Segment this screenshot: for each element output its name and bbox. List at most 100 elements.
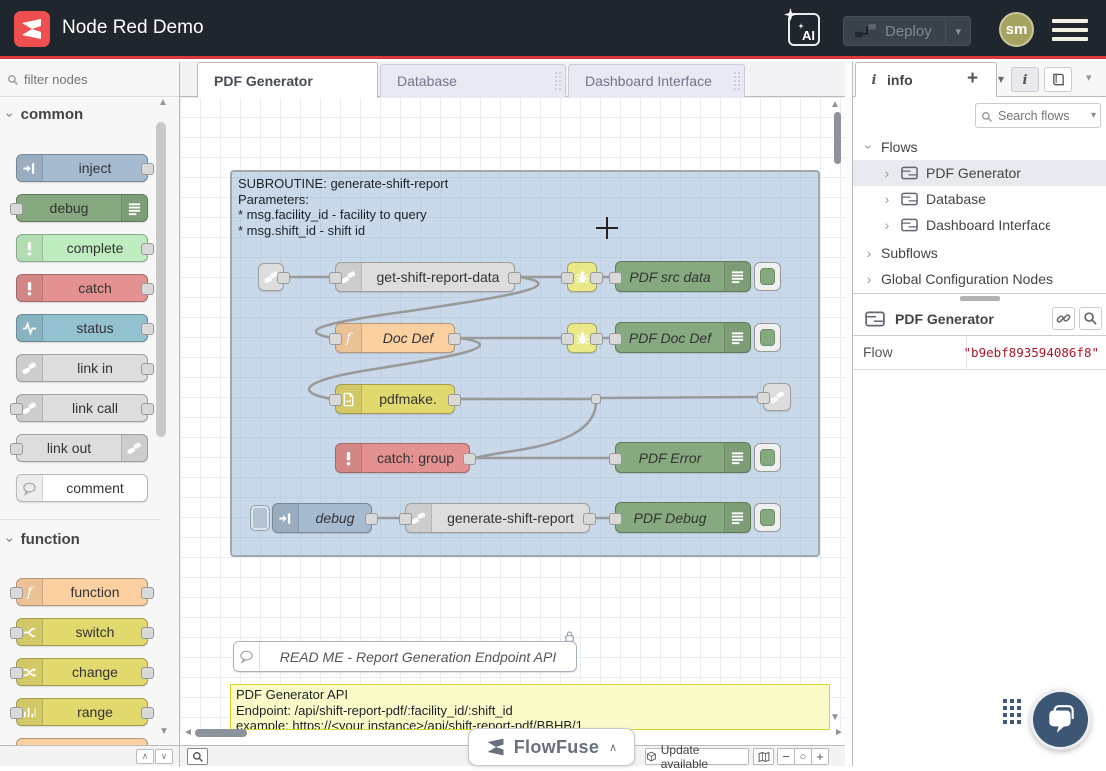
tree-item-dashboard-interface[interactable]: › Dashboard Interface <box>853 212 1106 238</box>
help-book-button[interactable] <box>1044 67 1072 92</box>
palette-node-function[interactable]: f function <box>16 578 148 606</box>
node-catch-group[interactable]: catch: group <box>335 443 470 473</box>
canvas-scroll-down[interactable]: ▼ <box>830 713 840 723</box>
palette-node-debug[interactable]: debug <box>16 194 148 222</box>
search-flows-input[interactable] <box>976 104 1100 127</box>
debug-toggle-button[interactable] <box>754 262 781 291</box>
debug-list-icon <box>127 201 142 216</box>
flow-canvas[interactable]: SUBROUTINE: generate-shift-reportParamet… <box>180 97 845 730</box>
tab-grip <box>554 71 563 91</box>
palette-node-complete[interactable]: complete <box>16 234 148 262</box>
find-flow-button[interactable] <box>1079 307 1102 330</box>
tree-item-pdf-generator[interactable]: › PDF Generator <box>853 160 1106 186</box>
sidebar-options-caret[interactable]: ▾ <box>1086 73 1092 84</box>
info-panel-button[interactable]: i <box>1011 67 1039 92</box>
canvas-scroll-right[interactable]: ► <box>834 728 844 738</box>
tab-dashboard-interface[interactable]: Dashboard Interface <box>568 64 745 97</box>
palette-node-clipped[interactable] <box>16 738 148 745</box>
palette-filter-input[interactable] <box>0 62 180 96</box>
svg-text:f: f <box>26 585 34 599</box>
deploy-button[interactable]: Deploy ▾ <box>843 16 971 46</box>
palette-node-inject[interactable]: inject <box>16 154 148 182</box>
deploy-options-caret[interactable]: ▾ <box>945 17 970 45</box>
sidebar-splitter[interactable] <box>853 293 1106 302</box>
palette-node-link-out[interactable]: link out <box>16 434 148 462</box>
widget-drag-handle[interactable] <box>1003 699 1023 726</box>
exclamation-icon <box>22 241 37 256</box>
copy-link-button[interactable] <box>1052 307 1075 330</box>
palette-node-catch[interactable]: catch <box>16 274 148 302</box>
inject-trigger-button[interactable] <box>250 505 270 531</box>
palette-node-switch[interactable]: switch <box>16 618 148 646</box>
flow-group-api-notes[interactable]: PDF Generator APIEndpoint: /api/shift-re… <box>230 684 830 730</box>
tree-global-config[interactable]: › Global Configuration Nodes <box>853 266 1106 292</box>
palette-node-change[interactable]: change <box>16 658 148 686</box>
node-readme-comment[interactable]: READ ME - Report Generation Endpoint API <box>233 641 577 672</box>
node-pdf-error[interactable]: PDF Error <box>615 442 751 473</box>
palette-section-function[interactable]: › function <box>8 531 80 548</box>
node-debug-inject[interactable]: debug <box>272 503 372 533</box>
node-debug-bug-2[interactable] <box>567 323 597 353</box>
collapse-all-button[interactable]: ∧ <box>136 749 154 764</box>
canvas-hscrollbar[interactable] <box>195 729 247 737</box>
canvas-scroll-up[interactable]: ▲ <box>830 100 840 110</box>
wire-junction[interactable] <box>591 394 601 404</box>
user-avatar[interactable]: sm <box>999 12 1034 47</box>
update-available-button[interactable]: Update available <box>645 748 749 765</box>
function-f-icon: f <box>341 331 356 346</box>
tree-item-database[interactable]: › Database <box>853 186 1106 212</box>
link-call-icon <box>411 511 426 526</box>
zoom-out-button[interactable]: − <box>777 748 795 765</box>
palette-node-link-call[interactable]: link call <box>16 394 148 422</box>
node-pdf-debug[interactable]: PDF Debug <box>615 502 751 533</box>
node-generate-shift-report[interactable]: generate-shift-report <box>405 503 590 533</box>
node-pdf-doc-def[interactable]: PDF Doc Def <box>615 322 751 353</box>
palette-node-status[interactable]: status <box>16 314 148 342</box>
sidebar-resize-gutter[interactable] <box>845 62 852 745</box>
main-menu-button[interactable] <box>1052 19 1088 41</box>
flow-id-value[interactable]: "b9ebf893594086f8" <box>966 336 1106 369</box>
zoom-in-button[interactable]: + <box>811 748 829 765</box>
tab-list-caret[interactable]: ▾ <box>998 72 1004 86</box>
canvas-scroll-left[interactable]: ◄ <box>183 728 193 738</box>
node-debug-bug-1[interactable] <box>567 262 597 292</box>
palette-node-link-in[interactable]: link in <box>16 354 148 382</box>
node-pdfmake[interactable]: pdfmake. <box>335 384 455 414</box>
chat-widget-button[interactable] <box>1030 689 1091 750</box>
tab-database[interactable]: Database <box>380 64 566 97</box>
palette-section-common[interactable]: › common <box>8 106 83 123</box>
palette-node-comment[interactable]: comment <box>16 474 148 502</box>
tab-pdf-generator[interactable]: PDF Generator <box>197 62 378 98</box>
minimap-button[interactable] <box>753 748 774 765</box>
node-pdf-src-data[interactable]: PDF src data <box>615 261 751 292</box>
tree-subflows[interactable]: › Subflows <box>853 240 1106 266</box>
node-doc-def[interactable]: f Doc Def <box>335 323 455 353</box>
flowfuse-toolbar-button[interactable]: FlowFuse ∧ <box>468 728 635 766</box>
node-link-out[interactable] <box>763 383 791 411</box>
ai-assistant-button[interactable]: AI <box>788 13 820 46</box>
detail-panel-header: PDF Generator <box>853 302 1106 336</box>
search-flows-footer-button[interactable] <box>187 748 208 765</box>
palette-scrollbar[interactable] <box>156 122 166 437</box>
tree-flows[interactable]: › Flows <box>853 134 1106 160</box>
palette-scroll-down[interactable]: ▼ <box>159 727 169 737</box>
node-link-in[interactable] <box>258 263 284 291</box>
canvas-vscrollbar[interactable] <box>834 112 841 164</box>
search-caret[interactable]: ▾ <box>1091 110 1096 121</box>
debug-toggle-button[interactable] <box>754 503 781 532</box>
property-key: Flow <box>863 344 893 360</box>
palette-scroll-up[interactable]: ▲ <box>158 98 168 108</box>
node-get-shift-report-data[interactable]: get-shift-report-data <box>335 262 515 292</box>
add-tab-button[interactable]: + <box>967 68 978 90</box>
flow-icon <box>865 311 885 327</box>
debug-toggle-button[interactable] <box>754 443 781 472</box>
palette-node-range[interactable]: range <box>16 698 148 726</box>
expand-all-button[interactable]: ∨ <box>155 749 173 764</box>
app-header: Node Red Demo AI Deploy ▾ sm <box>0 0 1106 59</box>
sparkle-icon <box>784 8 797 21</box>
link-icon <box>770 390 785 405</box>
comment-bubble-icon <box>239 649 254 664</box>
debug-toggle-button[interactable] <box>754 323 781 352</box>
zoom-reset-button[interactable]: ○ <box>794 748 812 765</box>
debug-list-icon <box>730 510 745 525</box>
